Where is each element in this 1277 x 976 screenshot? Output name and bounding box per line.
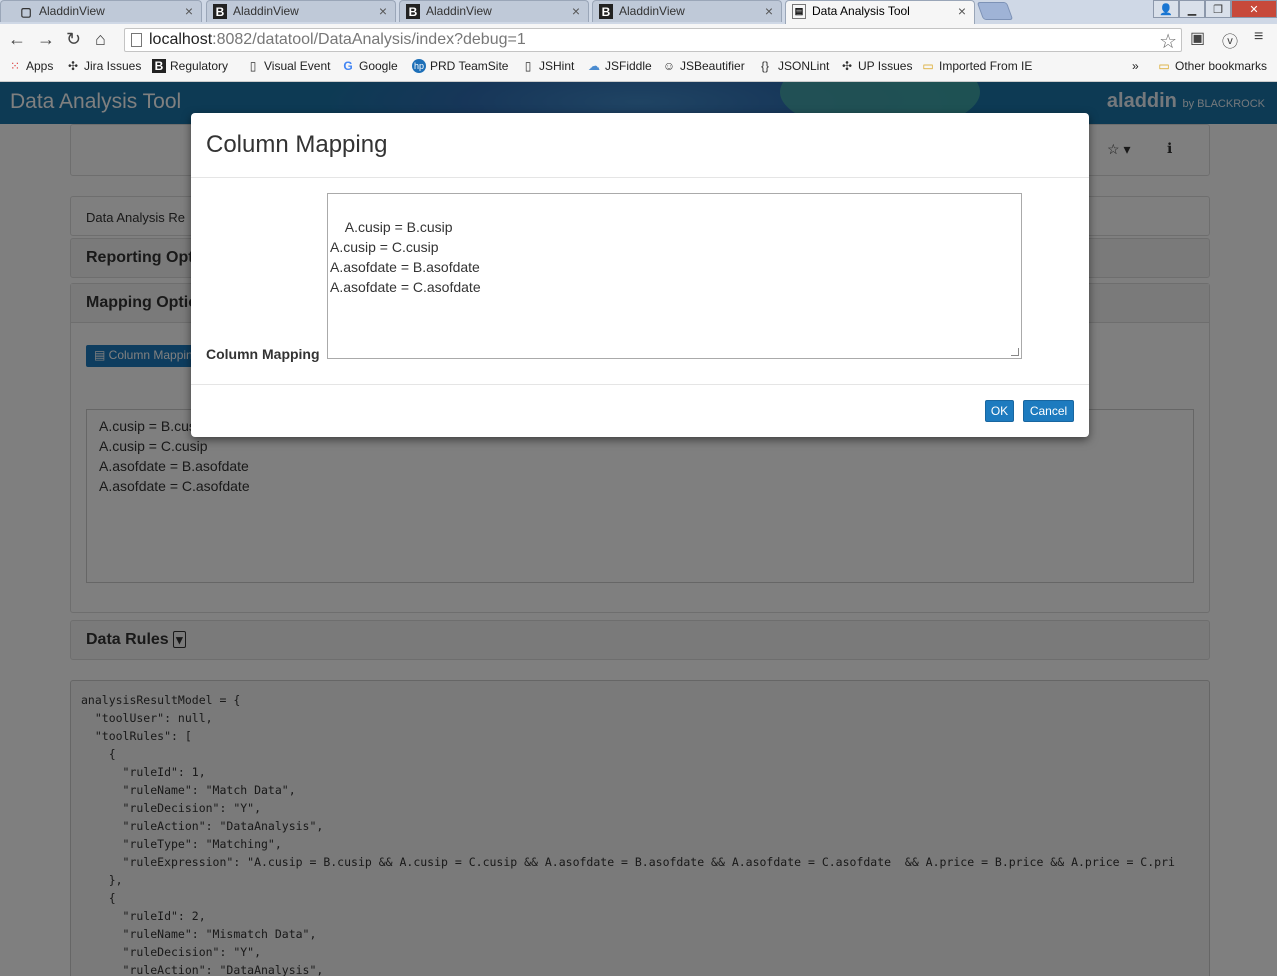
divider: [191, 384, 1089, 385]
blackrock-b-icon: B: [406, 4, 420, 19]
minimize-icon[interactable]: ▁: [1179, 0, 1205, 18]
braces-icon: {}: [760, 59, 769, 73]
url-path: :8082/datatool/DataAnalysis/index?debug=…: [212, 31, 526, 48]
tab-label: Data Analysis Tool: [812, 4, 910, 18]
hp-icon: hp: [412, 59, 426, 73]
cancel-button[interactable]: Cancel: [1023, 400, 1074, 422]
more-bookmarks-button[interactable]: »: [1132, 59, 1139, 73]
bookmark-label: Regulatory: [170, 59, 229, 73]
jira-icon: ✣: [67, 59, 79, 73]
page-icon: ▢: [20, 4, 32, 19]
user-icon[interactable]: 👤: [1153, 0, 1179, 18]
bookmark-label: Other bookmarks: [1175, 59, 1268, 73]
cloud-icon: ☁: [588, 59, 600, 73]
url-host: localhost: [149, 31, 213, 48]
browser-tab-strip: ▢ AladdinView × B AladdinView × B Aladdi…: [0, 0, 1277, 24]
vimium-icon[interactable]: ⓥ: [1222, 28, 1238, 52]
bookmark-label: Google: [359, 59, 398, 73]
bookmark-regulatory[interactable]: B Regulatory: [152, 59, 228, 73]
tab-label: AladdinView: [233, 4, 299, 18]
bookmark-label: Visual Event: [264, 59, 331, 73]
bookmark-google[interactable]: G Google: [341, 59, 398, 73]
bookmark-visual-event[interactable]: ▯ Visual Event: [246, 59, 331, 73]
bookmark-prd-teamsite[interactable]: hp PRD TeamSite: [412, 59, 508, 73]
bookmark-label: PRD TeamSite: [430, 59, 509, 73]
close-tab-icon[interactable]: ×: [958, 3, 966, 19]
browser-tab[interactable]: B AladdinView ×: [399, 0, 589, 22]
bookmark-jira-issues[interactable]: ✣ Jira Issues: [66, 59, 141, 73]
new-tab-button[interactable]: [976, 2, 1014, 20]
blackrock-b-icon: B: [152, 59, 166, 73]
bookmark-label: JSBeautifier: [680, 59, 745, 73]
page-icon: ▯: [524, 59, 532, 73]
bookmark-up-issues[interactable]: ✣ UP Issues: [840, 59, 913, 73]
page-icon: ▯: [249, 59, 257, 73]
restore-icon[interactable]: ❐: [1205, 0, 1231, 18]
address-bar[interactable]: localhost:8082/datatool/DataAnalysis/ind…: [124, 28, 1182, 54]
close-tab-icon[interactable]: ×: [379, 3, 387, 19]
bookmark-label: JSONLint: [778, 59, 830, 73]
resize-handle[interactable]: [1011, 348, 1019, 356]
tab-label: AladdinView: [39, 4, 105, 18]
home-icon[interactable]: ⌂: [95, 29, 106, 50]
bookmark-jsbeautifier[interactable]: ☺ JSBeautifier: [662, 59, 745, 73]
google-icon: G: [343, 59, 353, 73]
blackrock-b-icon: B: [599, 4, 613, 19]
browser-tab-active[interactable]: ▤ Data Analysis Tool ×: [785, 0, 975, 24]
other-bookmarks-folder[interactable]: ▭ Other bookmarks: [1157, 59, 1267, 73]
close-window-icon[interactable]: ✕: [1231, 0, 1277, 18]
close-tab-icon[interactable]: ×: [765, 3, 773, 19]
chart-favicon-icon: ▤: [792, 4, 806, 19]
ok-button[interactable]: OK: [985, 400, 1014, 422]
close-tab-icon[interactable]: ×: [572, 3, 580, 19]
bookmark-label: Jira Issues: [84, 59, 142, 73]
bookmark-label: UP Issues: [858, 59, 913, 73]
folder-icon: ▭: [922, 59, 934, 73]
column-mapping-textarea[interactable]: A.cusip = B.cusip A.cusip = C.cusip A.as…: [327, 193, 1022, 359]
extension-icon[interactable]: ▣: [1190, 28, 1205, 48]
reload-icon[interactable]: ↻: [66, 29, 81, 50]
browser-tab[interactable]: ▢ AladdinView ×: [0, 0, 202, 22]
bookmark-label: JSFiddle: [605, 59, 652, 73]
menu-icon[interactable]: ≡: [1254, 28, 1263, 46]
page-icon: [131, 33, 142, 47]
tab-label: AladdinView: [426, 4, 492, 18]
beautifier-icon: ☺: [662, 59, 676, 73]
bookmarks-bar: ⁙ Apps ✣ Jira Issues B Regulatory ▯ Visual E…: [0, 56, 1277, 82]
bookmark-star-icon[interactable]: ☆: [1159, 29, 1177, 54]
bookmark-jsfiddle[interactable]: ☁ JSFiddle: [587, 59, 652, 73]
folder-icon: ▭: [1158, 59, 1170, 73]
apps-grid-icon: ⁙: [9, 59, 21, 73]
divider: [191, 177, 1089, 178]
close-tab-icon[interactable]: ×: [185, 3, 193, 19]
column-mapping-dialog: Column Mapping Column Mapping A.cusip = …: [191, 113, 1089, 437]
bookmark-jsonlint[interactable]: {} JSONLint: [756, 59, 829, 73]
tab-label: AladdinView: [619, 4, 685, 18]
dialog-title: Column Mapping: [206, 131, 388, 158]
window-controls: 👤 ▁ ❐ ✕: [1153, 0, 1277, 18]
browser-tab[interactable]: B AladdinView ×: [592, 0, 782, 22]
bookmark-jshint[interactable]: ▯ JSHint: [521, 59, 575, 73]
forward-arrow-icon[interactable]: →: [37, 29, 55, 50]
column-mapping-value: A.cusip = B.cusip A.cusip = C.cusip A.as…: [330, 219, 481, 295]
jira-icon: ✣: [841, 59, 853, 73]
more-bookmarks-label: »: [1132, 59, 1139, 73]
back-arrow-icon[interactable]: ←: [8, 29, 26, 50]
bookmark-label: Imported From IE: [939, 59, 1033, 73]
blackrock-b-icon: B: [213, 4, 227, 19]
column-mapping-label: Column Mapping: [206, 346, 320, 362]
bookmark-imported-from-ie[interactable]: ▭ Imported From IE: [921, 59, 1032, 73]
bookmark-label: JSHint: [539, 59, 575, 73]
bookmark-label: Apps: [26, 59, 54, 73]
browser-tab[interactable]: B AladdinView ×: [206, 0, 396, 22]
bookmark-apps[interactable]: ⁙ Apps: [8, 59, 53, 73]
